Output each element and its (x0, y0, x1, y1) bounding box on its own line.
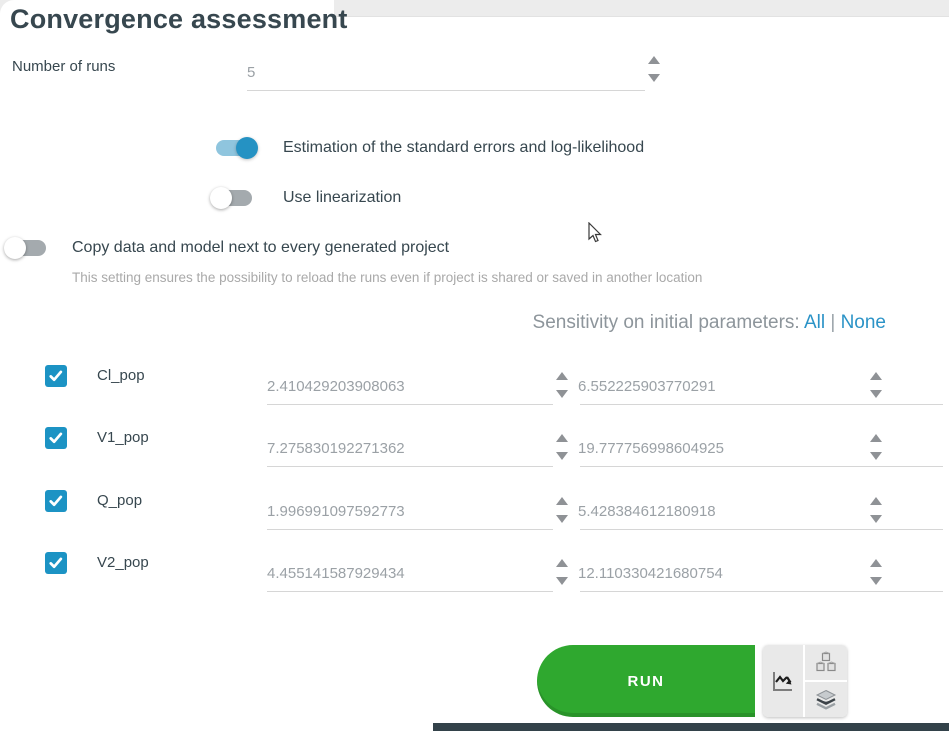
decrement-button[interactable] (648, 74, 660, 82)
number-of-runs-underline (247, 90, 645, 91)
increment-button[interactable] (556, 559, 568, 567)
cubes-button[interactable] (805, 645, 847, 680)
decrement-button[interactable] (870, 452, 882, 460)
sensitivity-none-link[interactable]: None (841, 312, 886, 333)
parameter-checkbox[interactable] (45, 552, 67, 574)
sensitivity-separator: | (830, 312, 835, 333)
copy-data-toggle[interactable] (4, 237, 52, 259)
parameter-row: V2_pop 4.455141587929434 12.110330421680… (0, 552, 949, 612)
copy-data-help-text: This setting ensures the possibility to … (72, 270, 702, 285)
min-value-input[interactable]: 1.996991097592773 (267, 503, 405, 520)
number-of-runs-stepper (647, 56, 661, 82)
min-value-stepper (555, 434, 569, 460)
input-underline (267, 591, 553, 592)
max-value-input[interactable]: 6.552225903770291 (578, 378, 716, 395)
min-value-stepper (555, 372, 569, 398)
max-value-stepper (869, 372, 883, 398)
min-value-input[interactable]: 7.275830192271362 (267, 440, 405, 457)
toggle-knob (210, 187, 232, 209)
standard-errors-toggle[interactable] (210, 137, 258, 159)
increment-button[interactable] (556, 497, 568, 505)
parameter-name: V2_pop (97, 554, 149, 571)
increment-button[interactable] (870, 434, 882, 442)
number-of-runs-label: Number of runs (12, 58, 115, 75)
toggle-knob (236, 137, 258, 159)
min-value-input[interactable]: 4.455141587929434 (267, 565, 405, 582)
input-underline (580, 404, 943, 405)
mouse-cursor-icon (588, 222, 603, 249)
run-button[interactable]: RUN (537, 645, 755, 717)
parameter-row: Cl_pop 2.410429203908063 6.5522259037702… (0, 365, 949, 425)
layers-icon (814, 688, 838, 712)
decrement-button[interactable] (870, 515, 882, 523)
parameter-checkbox[interactable] (45, 365, 67, 387)
increment-button[interactable] (556, 372, 568, 380)
decrement-button[interactable] (556, 577, 568, 585)
increment-button[interactable] (870, 372, 882, 380)
decrement-button[interactable] (556, 390, 568, 398)
parameter-checkbox[interactable] (45, 490, 67, 512)
increment-button[interactable] (556, 434, 568, 442)
max-value-stepper (869, 559, 883, 585)
input-underline (267, 404, 553, 405)
parameter-row: Q_pop 1.996991097592773 5.42838461218091… (0, 490, 949, 550)
parameter-row: V1_pop 7.275830192271362 19.777756998604… (0, 427, 949, 487)
parameter-name: V1_pop (97, 429, 149, 446)
convergence-assessment-panel: Convergence assessment Number of runs 5 … (0, 0, 949, 731)
sensitivity-row: Sensitivity on initial parameters: All |… (0, 312, 886, 334)
toggle-knob (4, 237, 26, 259)
increment-button[interactable] (870, 559, 882, 567)
min-value-stepper (555, 497, 569, 523)
max-value-input[interactable]: 5.428384612180918 (578, 503, 716, 520)
number-of-runs-input[interactable]: 5 (247, 64, 255, 81)
input-underline (580, 529, 943, 530)
min-value-input[interactable]: 2.410429203908063 (267, 378, 405, 395)
cubes-icon (814, 651, 838, 675)
input-underline (580, 466, 943, 467)
max-value-input[interactable]: 12.110330421680754 (578, 565, 723, 582)
use-linearization-label: Use linearization (283, 189, 401, 207)
max-value-input[interactable]: 19.777756998604925 (578, 440, 724, 457)
background-app-bar (433, 723, 949, 731)
result-icons-panel (763, 645, 847, 717)
copy-data-label: Copy data and model next to every genera… (72, 239, 449, 257)
sensitivity-label: Sensitivity on initial parameters: (533, 312, 800, 333)
increment-button[interactable] (648, 56, 660, 64)
input-underline (267, 466, 553, 467)
use-linearization-toggle[interactable] (210, 187, 258, 209)
parameter-checkbox[interactable] (45, 427, 67, 449)
decrement-button[interactable] (556, 452, 568, 460)
chart-line-button[interactable] (763, 645, 803, 717)
decrement-button[interactable] (870, 577, 882, 585)
standard-errors-label: Estimation of the standard errors and lo… (283, 139, 644, 157)
input-underline (580, 591, 943, 592)
increment-button[interactable] (870, 497, 882, 505)
decrement-button[interactable] (870, 390, 882, 398)
input-underline (267, 529, 553, 530)
min-value-stepper (555, 559, 569, 585)
page-title: Convergence assessment (10, 4, 348, 35)
max-value-stepper (869, 434, 883, 460)
decrement-button[interactable] (556, 515, 568, 523)
parameter-name: Q_pop (97, 492, 142, 509)
sensitivity-all-link[interactable]: All (804, 312, 825, 333)
layers-button[interactable] (805, 682, 847, 717)
max-value-stepper (869, 497, 883, 523)
parameter-name: Cl_pop (97, 367, 145, 384)
chart-line-icon (771, 669, 795, 693)
